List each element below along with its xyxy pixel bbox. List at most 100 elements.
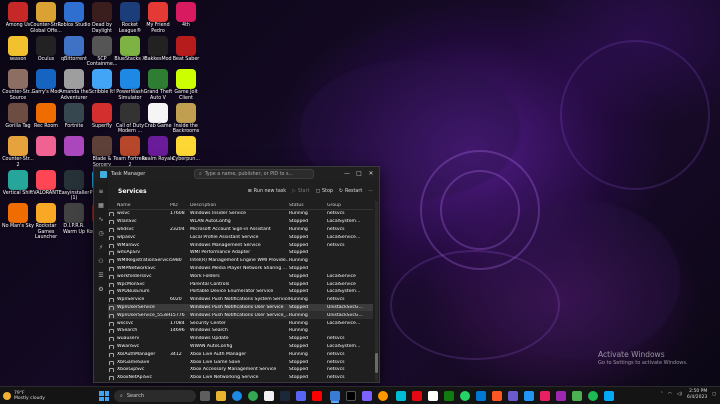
- column-header-pid[interactable]: PID: [170, 203, 190, 208]
- cell-name: WwanSvc: [108, 344, 170, 349]
- volume-icon[interactable]: ◁): [677, 392, 682, 397]
- table-row[interactable]: WwanSvc WWAN AutoConfig Stopped LocalSystem…: [108, 343, 373, 351]
- users-icon[interactable]: ⚇: [97, 259, 105, 265]
- desktop-shortcut[interactable]: Beat Saber: [169, 35, 203, 63]
- spotify-icon[interactable]: [588, 391, 598, 401]
- more-options-button[interactable]: ⋯: [368, 189, 373, 194]
- xbox-icon[interactable]: [444, 391, 454, 401]
- cell-status: Stopped: [289, 304, 309, 310]
- column-header-name[interactable]: Name: [108, 203, 170, 208]
- table-row[interactable]: WMPNetworkSvc Windows Media Player Networ…: [108, 265, 373, 273]
- service-name: wlidsvc: [117, 226, 134, 232]
- column-header-group[interactable]: Group: [327, 203, 367, 208]
- table-row[interactable]: XblAuthManager 3412 Xbox Live Auth Manager…: [108, 350, 373, 358]
- desktop-shortcut[interactable]: Cyberpun...: [169, 136, 203, 163]
- table-row[interactable]: workfolderssvc Work Folders Stopped LocalSe…: [108, 272, 373, 280]
- processes-icon[interactable]: ▦: [97, 203, 105, 209]
- task-view-icon[interactable]: [200, 391, 210, 401]
- performance-icon[interactable]: ∿: [97, 217, 105, 223]
- cell-status: Stopped: [289, 219, 309, 225]
- column-header-description[interactable]: Description: [190, 203, 289, 208]
- task-manager-taskbar-icon[interactable]: [330, 391, 340, 401]
- task-manager-app-icon: [100, 170, 107, 178]
- close-button[interactable]: ✕: [365, 168, 377, 179]
- netflix-icon[interactable]: [412, 391, 422, 401]
- service-name: XboxNetApiSvc: [117, 375, 153, 381]
- app-icon[interactable]: [264, 391, 274, 401]
- cell-group: netsvcs: [327, 375, 345, 381]
- title-bar[interactable]: Task Manager ⌕ Type a name, publisher, o…: [94, 167, 379, 181]
- details-icon[interactable]: ☰: [97, 273, 105, 279]
- tiktok-icon[interactable]: [346, 391, 356, 401]
- app-history-icon[interactable]: ◷: [97, 231, 105, 237]
- app-icon[interactable]: [492, 391, 502, 401]
- table-row[interactable]: XblGameSave Xbox Live Game Save Stopped net…: [108, 358, 373, 366]
- table-row[interactable]: WPDBusEnum Portable Device Enumerator Ser…: [108, 288, 373, 296]
- table-row[interactable]: WpnUserService Windows Push Notifications…: [108, 303, 373, 312]
- desktop-shortcut[interactable]: Game Jolt Client: [169, 69, 203, 101]
- start-button[interactable]: ▷ Start: [292, 189, 309, 194]
- app-icon[interactable]: [362, 391, 372, 401]
- table-row[interactable]: WMIRegistrationService 5980 Intel(R) Manag…: [108, 257, 373, 265]
- hamburger-menu-icon[interactable]: ≡: [97, 189, 105, 195]
- table-row[interactable]: wlpasvc Local Profile Assistant Service St…: [108, 233, 373, 241]
- table-row[interactable]: wlidsvc 23204 Microsoft Account Sign-in As…: [108, 226, 373, 234]
- maximize-button[interactable]: □: [353, 168, 365, 179]
- chrome-icon[interactable]: [248, 391, 258, 401]
- file-explorer-icon[interactable]: [216, 391, 226, 401]
- table-row[interactable]: wmiApSrv WMI Performance Adapter Stopped: [108, 249, 373, 257]
- service-name: workfolderssvc: [117, 273, 152, 279]
- app-icon[interactable]: [428, 391, 438, 401]
- discord-icon[interactable]: [296, 391, 306, 401]
- service-gear-icon: [109, 305, 114, 310]
- table-row[interactable]: WpnUserService_553e60515776 Windows Push …: [108, 311, 373, 320]
- search-box[interactable]: ⌕ Type a name, publisher, or PID to s...: [194, 169, 314, 179]
- vertical-scrollbar[interactable]: [375, 201, 378, 381]
- wifi-icon[interactable]: ◠: [668, 392, 672, 397]
- app-icon[interactable]: [476, 391, 486, 401]
- table-row[interactable]: WpcMonSvc Parental Controls Stopped LocalSe…: [108, 280, 373, 288]
- taskbar-search[interactable]: ⌕ Search: [114, 390, 196, 402]
- table-row[interactable]: XboxGipSvc Xbox Accessory Management Serv…: [108, 366, 373, 374]
- app-icon[interactable]: [524, 391, 534, 401]
- app-icon[interactable]: [556, 391, 566, 401]
- tray-overflow-icon[interactable]: ˄: [661, 392, 663, 397]
- table-row[interactable]: XboxNetApiSvc Xbox Live Networking Servic…: [108, 374, 373, 382]
- column-header-status[interactable]: Status: [289, 203, 327, 208]
- steam-icon[interactable]: [280, 391, 290, 401]
- run-new-task-button[interactable]: ⊞ Run new task: [248, 189, 286, 194]
- app-icon: [92, 2, 112, 22]
- app-icon[interactable]: [312, 391, 322, 401]
- table-row[interactable]: WlanSvc WLAN AutoConfig Stopped LocalSystem…: [108, 218, 373, 226]
- app-icon[interactable]: [508, 391, 518, 401]
- edge-icon[interactable]: [232, 391, 242, 401]
- table-row[interactable]: WManSvc Windows Management Service Stopped…: [108, 241, 373, 249]
- stop-button[interactable]: □ Stop: [315, 189, 332, 194]
- scrollbar-thumb[interactable]: [375, 353, 378, 373]
- notification-icon[interactable]: ◻: [712, 392, 716, 397]
- start-button-windows-icon[interactable]: [99, 391, 109, 401]
- restart-button[interactable]: ↻ Restart: [339, 189, 362, 194]
- cell-description: Portable Device Enumerator Service: [190, 289, 274, 295]
- table-row[interactable]: wisvc 17608 Windows Insider Service Running…: [108, 210, 373, 218]
- task-manager-window[interactable]: Task Manager ⌕ Type a name, publisher, o…: [93, 166, 380, 383]
- app-icon[interactable]: [604, 391, 614, 401]
- clock[interactable]: 2:50 PM 6/4/2023: [687, 389, 707, 400]
- table-row[interactable]: WpnService 6020 Windows Push Notifications…: [108, 296, 373, 304]
- app-icon[interactable]: [396, 391, 406, 401]
- services-icon[interactable]: ⚙: [97, 287, 105, 293]
- startup-apps-icon[interactable]: ⚡: [97, 245, 105, 251]
- minimize-button[interactable]: —: [341, 168, 353, 179]
- cell-name: wuauserv: [108, 336, 170, 342]
- desktop-shortcut[interactable]: 4th: [169, 2, 203, 29]
- app-icon[interactable]: [540, 391, 550, 401]
- table-row[interactable]: wuauserv Windows Update Stopped netsvcs: [108, 335, 373, 343]
- app-icon[interactable]: [378, 391, 388, 401]
- service-gear-icon: [109, 266, 114, 271]
- app-icon[interactable]: [572, 391, 582, 401]
- weather-widget[interactable]: 79°F Mostly cloudy: [3, 391, 45, 401]
- whatsapp-icon[interactable]: [460, 391, 470, 401]
- table-row[interactable]: wscsvc 17084 Security Center Running LocalSe…: [108, 319, 373, 327]
- desktop-shortcut[interactable]: Inside the Backrooms: [169, 102, 203, 135]
- table-row[interactable]: WSearch 14696 Windows Search Running: [108, 327, 373, 335]
